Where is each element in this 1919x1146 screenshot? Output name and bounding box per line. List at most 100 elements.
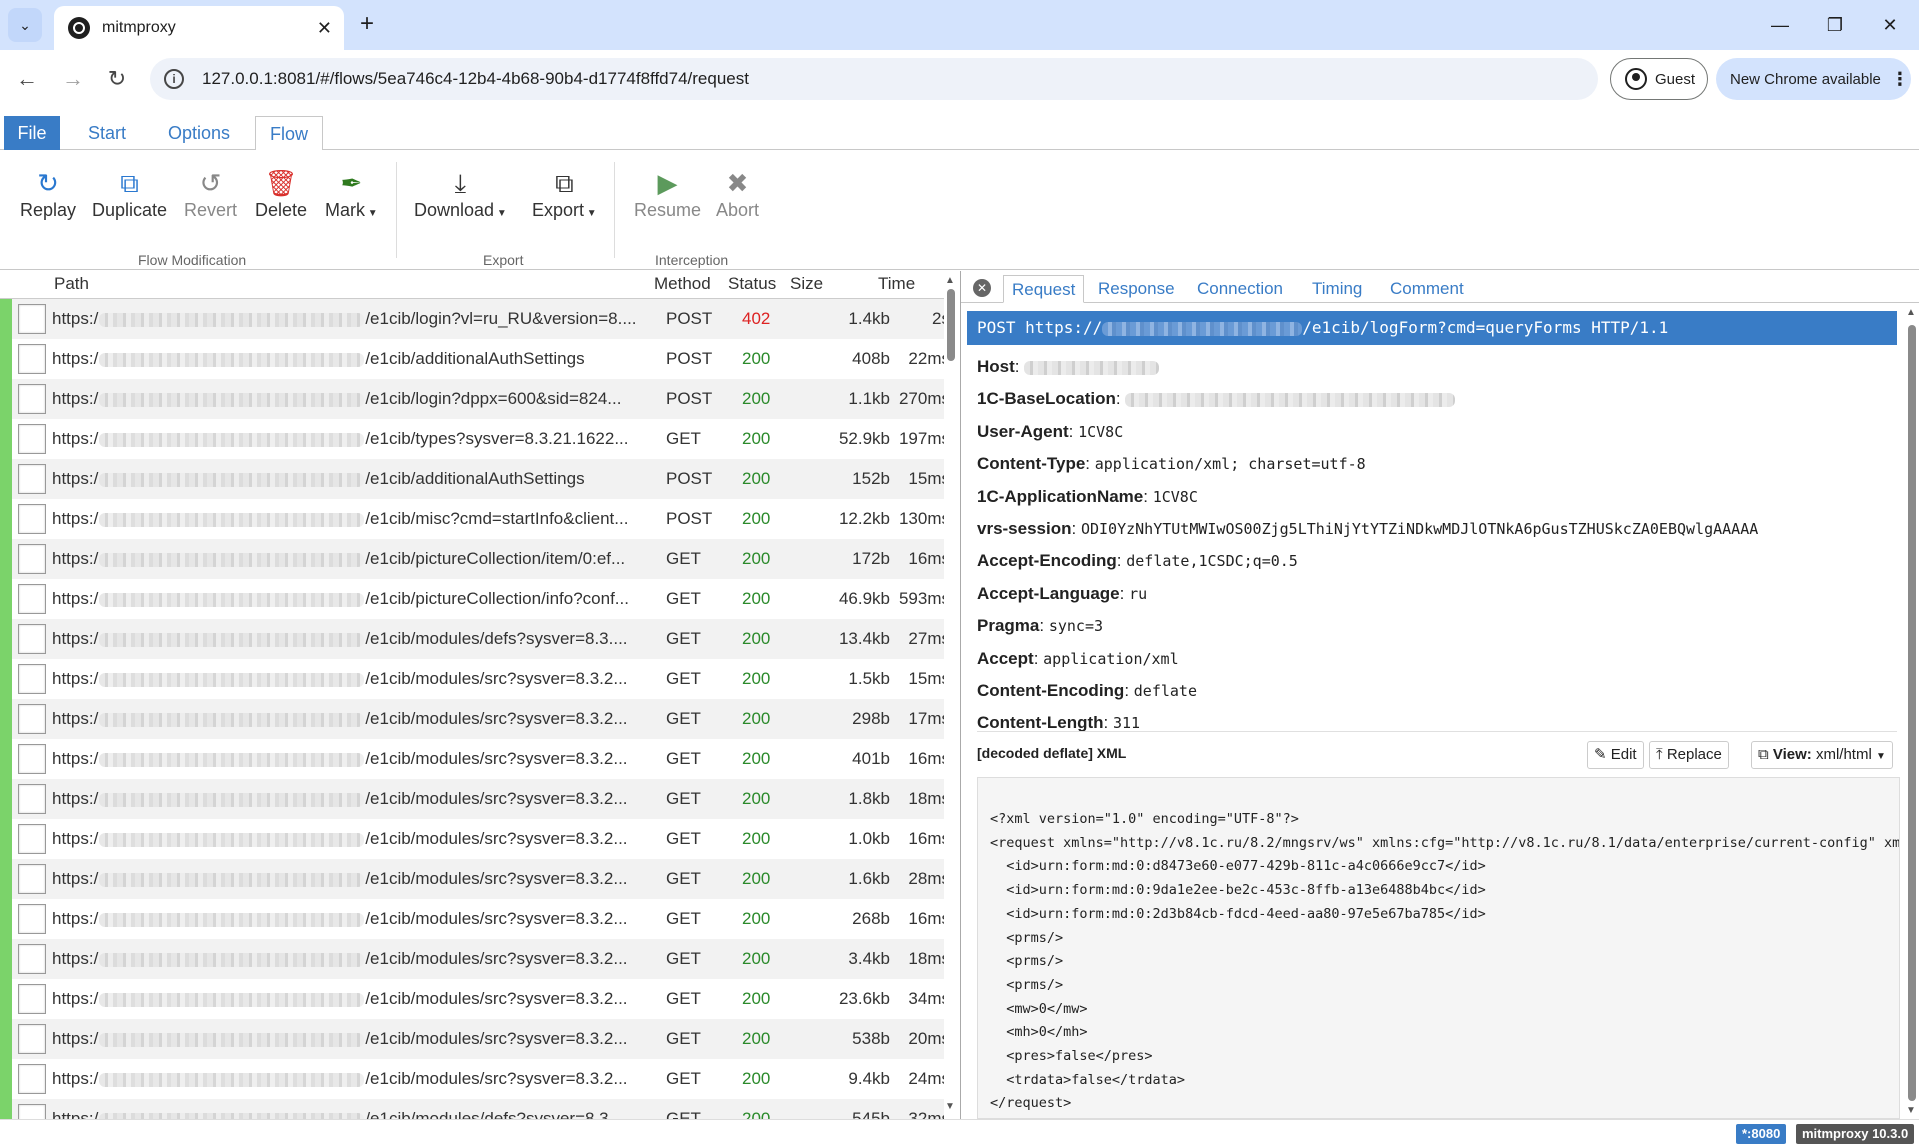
table-row[interactable]: https:/ /e1cib/modules/src?sysver=8.3.2..… <box>0 779 950 819</box>
table-row[interactable]: https:/ /e1cib/modules/defs?sysver=8.3...… <box>0 619 950 659</box>
row-checkbox[interactable] <box>18 904 46 934</box>
tab-search-button[interactable]: ⌄ <box>8 8 42 42</box>
row-checkbox[interactable] <box>18 584 46 614</box>
table-row[interactable]: https:/ /e1cib/modules/src?sysver=8.3.2..… <box>0 939 950 979</box>
restore-icon[interactable]: ❐ <box>1815 10 1855 40</box>
scroll-down-icon[interactable]: ▼ <box>945 1101 955 1112</box>
row-checkbox[interactable] <box>18 504 46 534</box>
replay-button[interactable]: ↻ Replay <box>20 166 76 221</box>
site-info-icon[interactable]: i <box>164 69 184 89</box>
row-checkbox[interactable] <box>18 784 46 814</box>
chrome-update-button[interactable]: New Chrome available ⋮ <box>1716 58 1911 100</box>
row-checkbox[interactable] <box>18 704 46 734</box>
tab-connection[interactable]: Connection <box>1189 275 1291 303</box>
reload-icon[interactable]: ↻ <box>100 62 134 96</box>
table-row[interactable]: https:/ /e1cib/login?dppx=600&sid=824... P… <box>0 379 950 419</box>
header-row[interactable]: 1C-BaseLocation: <box>977 383 1897 415</box>
browser-tab[interactable]: mitmproxy ✕ <box>54 6 344 50</box>
tab-comment[interactable]: Comment <box>1382 275 1472 303</box>
table-row[interactable]: https:/ /e1cib/modules/src?sysver=8.3.2..… <box>0 1019 950 1059</box>
delete-button[interactable]: 🗑 Delete <box>255 166 307 221</box>
header-row[interactable]: Content-Type: application/xml; charset=u… <box>977 448 1897 480</box>
row-checkbox[interactable] <box>18 384 46 414</box>
header-row[interactable]: Host: <box>977 351 1897 383</box>
table-row[interactable]: https:/ /e1cib/pictureCollection/info?con… <box>0 579 950 619</box>
tab-response[interactable]: Response <box>1090 275 1183 303</box>
table-row[interactable]: https:/ /e1cib/modules/defs?sysver=8.3...… <box>0 1099 950 1119</box>
row-checkbox[interactable] <box>18 624 46 654</box>
menu-tab-start[interactable]: Start <box>74 116 140 150</box>
table-row[interactable]: https:/ /e1cib/modules/src?sysver=8.3.2..… <box>0 1059 950 1099</box>
header-row[interactable]: User-Agent: 1CV8C <box>977 416 1897 448</box>
row-checkbox[interactable] <box>18 544 46 574</box>
row-checkbox[interactable] <box>18 864 46 894</box>
menu-tab-flow[interactable]: Flow <box>255 116 324 151</box>
more-vert-icon[interactable]: ⋮ <box>1891 69 1909 90</box>
address-bar[interactable]: i 127.0.0.1:8081/#/flows/5ea746c4-12b4-4… <box>150 58 1598 100</box>
col-status[interactable]: Status <box>728 274 776 294</box>
minimize-icon[interactable]: — <box>1760 10 1800 40</box>
tab-timing[interactable]: Timing <box>1304 275 1370 303</box>
row-checkbox[interactable] <box>18 1104 46 1119</box>
header-row[interactable]: Content-Encoding: deflate <box>977 675 1897 707</box>
col-method[interactable]: Method <box>654 274 711 294</box>
guest-profile-button[interactable]: Guest <box>1610 58 1708 100</box>
table-row[interactable]: https:/ /e1cib/misc?cmd=startInfo&client.… <box>0 499 950 539</box>
revert-button[interactable]: ↺ Revert <box>184 166 237 221</box>
row-checkbox[interactable] <box>18 984 46 1014</box>
edit-button[interactable]: ✎ Edit <box>1587 741 1644 769</box>
row-checkbox[interactable] <box>18 1024 46 1054</box>
table-row[interactable]: https:/ /e1cib/login?vl=ru_RU&version=8..… <box>0 299 950 339</box>
header-row[interactable]: Content-Length: 311 <box>977 707 1897 739</box>
scrollbar-thumb[interactable] <box>1908 325 1916 1101</box>
table-row[interactable]: https:/ /e1cib/modules/src?sysver=8.3.2..… <box>0 659 950 699</box>
close-window-icon[interactable]: ✕ <box>1870 10 1910 40</box>
table-row[interactable]: https:/ /e1cib/modules/src?sysver=8.3.2..… <box>0 699 950 739</box>
mark-button[interactable]: ✒ Mark ▼ <box>325 166 378 221</box>
table-row[interactable]: https:/ /e1cib/pictureCollection/item/0:e… <box>0 539 950 579</box>
scroll-up-icon[interactable]: ▲ <box>945 275 955 286</box>
row-checkbox[interactable] <box>18 464 46 494</box>
table-row[interactable]: https:/ /e1cib/modules/src?sysver=8.3.2..… <box>0 739 950 779</box>
menu-tab-file[interactable]: File <box>4 116 60 150</box>
table-row[interactable]: https:/ /e1cib/modules/src?sysver=8.3.2..… <box>0 979 950 1019</box>
replace-button[interactable]: ⤒ Replace <box>1649 741 1729 769</box>
detail-scrollbar[interactable]: ▲ ▼ <box>1905 307 1919 1119</box>
close-detail-icon[interactable]: ✕ <box>973 279 991 297</box>
scroll-up-icon[interactable]: ▲ <box>1906 307 1916 318</box>
export-button[interactable]: ⧉ Export ▼ <box>532 166 597 221</box>
table-row[interactable]: https:/ /e1cib/additionalAuthSettings POST… <box>0 339 950 379</box>
menu-tab-options[interactable]: Options <box>154 116 244 150</box>
close-tab-icon[interactable]: ✕ <box>317 18 332 38</box>
resume-button[interactable]: ▶ Resume <box>634 166 701 221</box>
row-checkbox[interactable] <box>18 824 46 854</box>
row-checkbox[interactable] <box>18 304 46 334</box>
scrollbar-thumb[interactable] <box>947 289 955 361</box>
table-row[interactable]: https:/ /e1cib/types?sysver=8.3.21.1622..… <box>0 419 950 459</box>
abort-button[interactable]: ✖ Abort <box>716 166 759 221</box>
forward-arrow-icon[interactable]: → <box>56 62 90 96</box>
table-row[interactable]: https:/ /e1cib/additionalAuthSettings POST… <box>0 459 950 499</box>
row-checkbox[interactable] <box>18 664 46 694</box>
table-row[interactable]: https:/ /e1cib/modules/src?sysver=8.3.2..… <box>0 819 950 859</box>
col-time[interactable]: Time <box>878 274 915 294</box>
tab-request[interactable]: Request <box>1003 275 1085 303</box>
flow-table-scrollbar[interactable]: ▲ ▼ <box>944 271 958 1119</box>
scroll-down-icon[interactable]: ▼ <box>1906 1105 1916 1116</box>
request-line[interactable]: POST https:// /e1cib/logForm?cmd=queryFor… <box>967 311 1897 345</box>
row-checkbox[interactable] <box>18 1064 46 1094</box>
view-mode-dropdown[interactable]: ⧉ View: xml/html ▼ <box>1751 741 1893 769</box>
header-row[interactable]: Accept-Encoding: deflate,1CSDC;q=0.5 <box>977 545 1897 577</box>
duplicate-button[interactable]: ⧉ Duplicate <box>92 166 167 221</box>
table-row[interactable]: https:/ /e1cib/modules/src?sysver=8.3.2..… <box>0 899 950 939</box>
url-text[interactable]: 127.0.0.1:8081/#/flows/5ea746c4-12b4-4b6… <box>202 69 749 89</box>
row-checkbox[interactable] <box>18 344 46 374</box>
header-row[interactable]: Accept-Language: ru <box>977 578 1897 610</box>
row-checkbox[interactable] <box>18 944 46 974</box>
back-arrow-icon[interactable]: ← <box>10 62 44 96</box>
col-path[interactable]: Path <box>54 274 89 294</box>
col-size[interactable]: Size <box>790 274 823 294</box>
table-row[interactable]: https:/ /e1cib/modules/src?sysver=8.3.2..… <box>0 859 950 899</box>
header-row[interactable]: 1C-ApplicationName: 1CV8C <box>977 481 1897 513</box>
row-checkbox[interactable] <box>18 744 46 774</box>
